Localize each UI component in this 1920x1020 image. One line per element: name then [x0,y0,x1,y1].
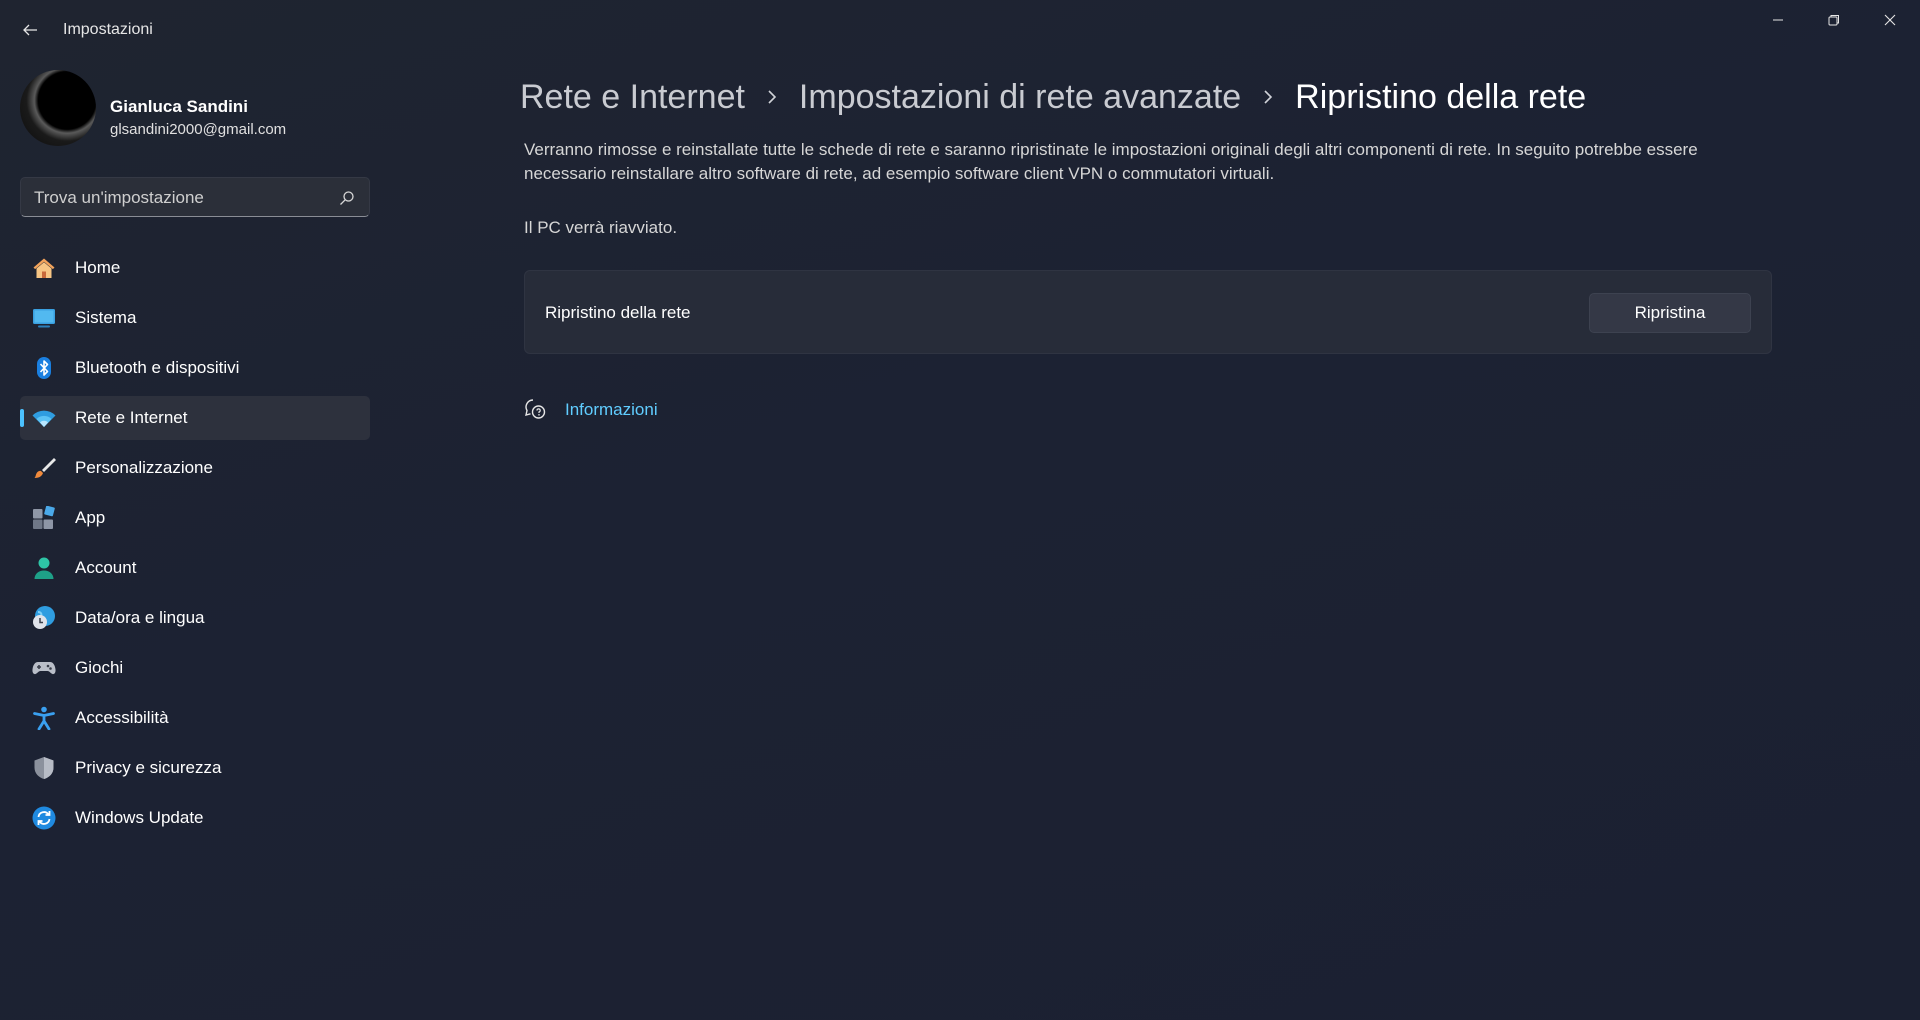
sidebar-item-privacy[interactable]: Privacy e sicurezza [20,746,370,790]
reset-button[interactable]: Ripristina [1589,293,1751,333]
card-label: Ripristino della rete [545,303,691,322]
brush-icon [34,458,56,478]
sidebar-nav: Home Sistema Bluetooth e dispositivi Ret… [20,246,370,846]
close-button[interactable] [1862,0,1918,40]
restore-button[interactable] [1806,0,1862,40]
sidebar-item-label: Account [75,558,137,577]
sidebar-item-account[interactable]: Account [20,546,370,590]
sidebar-item-label: Home [75,258,121,277]
minimize-icon [1773,19,1783,21]
breadcrumb-item-impostazioni-avanzate[interactable]: Impostazioni di rete avanzate [799,78,1241,117]
update-icon [32,806,56,830]
help-chat-icon [525,399,546,419]
chevron-right-icon [768,90,777,104]
restore-icon [1828,15,1839,26]
accessibility-icon [33,706,55,730]
sidebar-item-label: Data/ora e lingua [75,608,205,627]
sidebar-item-label: Privacy e sicurezza [75,758,222,777]
search-input[interactable] [34,187,334,209]
sidebar-item-label: Sistema [75,308,137,327]
sidebar-item-sistema[interactable]: Sistema [20,296,370,340]
close-icon [1884,14,1896,26]
sidebar-item-label: App [75,508,106,527]
help-link-informazioni[interactable]: Informazioni [565,400,658,420]
sidebar: Gianluca Sandini glsandini2000@gmail.com… [0,60,390,1020]
sidebar-item-rete-internet[interactable]: Rete e Internet [20,396,370,440]
sidebar-item-label: Windows Update [75,808,204,827]
sidebar-item-accessibilita[interactable]: Accessibilità [20,696,370,740]
sidebar-item-label: Giochi [75,658,124,677]
page-title: Ripristino della rete [1295,77,1587,116]
globe-clock-icon [33,606,55,629]
apps-icon [33,506,55,529]
back-arrow-icon [23,24,37,36]
reset-description: Verranno rimosse e reinstallate tutte le… [524,140,1698,183]
sidebar-item-app[interactable]: App [20,496,370,540]
shield-icon [34,757,54,779]
user-profile[interactable]: Gianluca Sandini glsandini2000@gmail.com [20,70,380,146]
user-name: Gianluca Sandini [110,97,248,116]
home-icon [33,258,55,278]
chevron-right-icon [1264,90,1273,104]
breadcrumb-separator [745,72,799,122]
back-button[interactable] [16,16,44,44]
sidebar-item-label: Bluetooth e dispositivi [75,358,240,377]
sidebar-item-data-ora-lingua[interactable]: Data/ora e lingua [20,596,370,640]
main-content: Rete e Internet Impostazioni di rete ava… [520,60,1780,960]
sidebar-item-label: Personalizzazione [75,458,213,477]
network-reset-card: Ripristino della rete Ripristina [524,270,1772,354]
user-email: glsandini2000@gmail.com [110,121,287,138]
restart-note: Il PC verrà riavviato. [524,218,678,237]
breadcrumb: Rete e Internet Impostazioni di rete ava… [520,72,1586,122]
display-icon [33,309,55,328]
wifi-icon [32,410,56,427]
title-bar: Impostazioni [0,0,1920,60]
sidebar-item-home[interactable]: Home [20,246,370,290]
search-icon[interactable] [339,190,355,206]
search-box [20,177,370,217]
breadcrumb-separator [1241,72,1295,122]
gamepad-icon [32,662,56,675]
person-icon [34,557,54,579]
breadcrumb-item-rete-internet[interactable]: Rete e Internet [520,78,745,117]
bluetooth-icon [37,357,51,379]
sidebar-item-bluetooth[interactable]: Bluetooth e dispositivi [20,346,370,390]
app-title: Impostazioni [63,21,153,38]
avatar [20,70,96,146]
sidebar-item-personalizzazione[interactable]: Personalizzazione [20,446,370,490]
sidebar-item-windows-update[interactable]: Windows Update [20,796,370,840]
sidebar-item-label: Rete e Internet [75,408,188,427]
minimize-button[interactable] [1750,0,1806,40]
sidebar-item-giochi[interactable]: Giochi [20,646,370,690]
selected-indicator [20,409,24,427]
sidebar-item-label: Accessibilità [75,708,169,727]
